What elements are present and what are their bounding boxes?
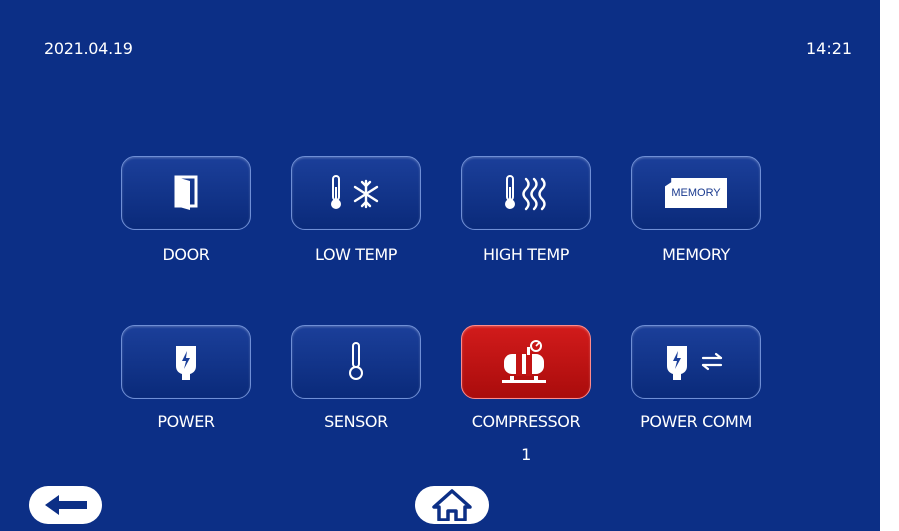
compressor-icon [498, 340, 554, 384]
memory-icon-text: MEMORY [671, 187, 721, 199]
compressor-button[interactable] [461, 325, 591, 399]
back-button[interactable] [29, 486, 102, 524]
high-temp-label: HIGH TEMP [482, 245, 569, 264]
arrow-left-icon [44, 495, 87, 515]
sensor-button[interactable] [291, 325, 421, 399]
power-comm-icon [661, 342, 731, 382]
power-button[interactable] [121, 325, 251, 399]
memory-label: MEMORY [662, 245, 730, 264]
sensor-label: SENSOR [324, 412, 388, 431]
power-comm-label: POWER COMM [640, 412, 752, 431]
memory-button[interactable]: MEMORY [631, 156, 761, 230]
power-plug-icon [172, 342, 200, 382]
thermometer-snowflake-icon [326, 173, 386, 213]
compressor-label: COMPRESSOR [471, 412, 581, 431]
door-icon [173, 175, 199, 211]
low-temp-label: LOW TEMP [315, 245, 397, 264]
high-temp-button[interactable] [461, 156, 591, 230]
home-button[interactable] [415, 486, 489, 524]
door-label: DOOR [162, 245, 210, 264]
sensor-probe-icon [345, 340, 367, 384]
alarm-menu-screen: 2021.04.19 14:21 DOOR LOW TEMP HIGH TEMP… [0, 0, 880, 531]
memory-card-icon: MEMORY [665, 178, 727, 208]
low-temp-button[interactable] [291, 156, 421, 230]
door-button[interactable] [121, 156, 251, 230]
thermometer-heat-icon [498, 173, 554, 213]
home-icon [432, 489, 472, 521]
power-label: POWER [157, 412, 215, 431]
power-comm-button[interactable] [631, 325, 761, 399]
right-border [880, 0, 899, 531]
clock-display: 14:21 [806, 39, 853, 58]
date-display: 2021.04.19 [44, 39, 133, 58]
compressor-number: 1 [521, 445, 531, 464]
